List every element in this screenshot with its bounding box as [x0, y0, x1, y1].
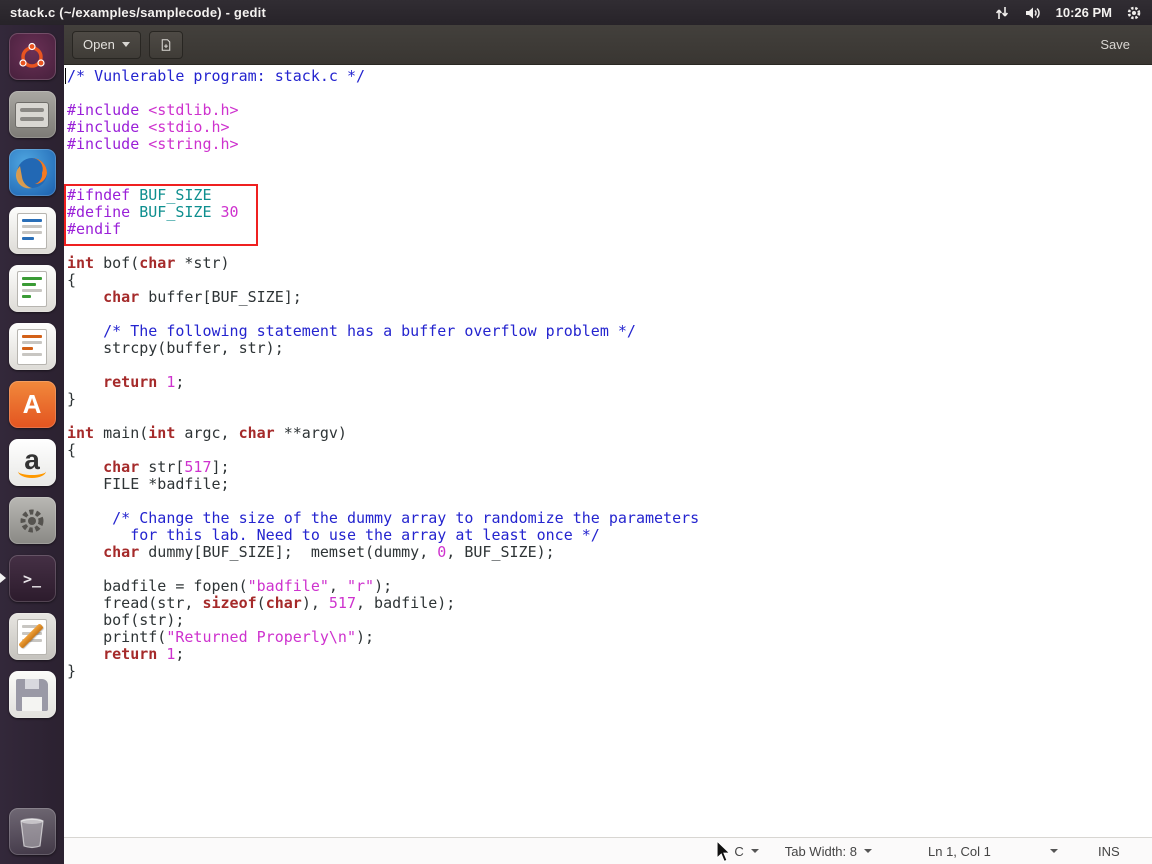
text-editor-area[interactable]: /* Vunlerable program: stack.c */ #inclu…: [64, 65, 1152, 837]
firefox-icon: [8, 149, 56, 196]
ubuntu-software-icon: A: [8, 381, 56, 428]
code-line: char buffer[BUF_SIZE];: [103, 288, 302, 306]
chevron-down-icon: [1050, 849, 1058, 853]
desktop: stack.c (~/examples/samplecode) - gedit …: [0, 0, 1152, 864]
cursor-position[interactable]: Ln 1, Col 1: [918, 838, 1068, 864]
launcher-item-files[interactable]: [0, 91, 64, 139]
code-line: #endif: [67, 220, 122, 238]
trash-icon: [8, 808, 56, 855]
insert-mode-label: INS: [1098, 843, 1120, 859]
launcher-item-writer[interactable]: [0, 207, 64, 255]
open-button[interactable]: Open: [72, 30, 141, 59]
code-line: bof(str);: [67, 611, 185, 629]
insert-mode-indicator[interactable]: INS: [1088, 838, 1138, 864]
mouse-cursor: [716, 839, 734, 864]
code-line: int main(int argc, char **argv): [67, 424, 347, 442]
statusbar: C Tab Width: 8 Ln 1, Col 1 INS: [64, 837, 1152, 864]
code-line: /* Vunlerable program: stack.c */: [67, 67, 366, 85]
code-line: {: [67, 271, 77, 289]
code-line: fread(str, sizeof(char), 517, badfile);: [67, 594, 456, 612]
terminal-icon: >_: [8, 555, 56, 602]
launcher-item-settings[interactable]: [0, 497, 64, 545]
network-arrows-icon[interactable]: [994, 5, 1010, 21]
code-line: FILE *badfile;: [67, 475, 230, 493]
code-line: int bof(char *str): [67, 254, 230, 272]
terminal-glyph: >_: [22, 569, 42, 588]
code-line: return 1;: [103, 645, 185, 663]
code-line: #include <stdlib.h>: [67, 101, 239, 119]
code-line: }: [67, 662, 77, 680]
amazon-icon: a: [8, 439, 56, 486]
open-button-label: Open: [83, 37, 115, 52]
gedit-toolbar: Open Save: [64, 25, 1152, 65]
text-caret: [65, 68, 66, 84]
files-icon: [8, 91, 56, 138]
ubuntu-dash-icon: [8, 33, 56, 80]
gear-icon[interactable]: [1126, 5, 1142, 21]
libreoffice-calc-icon: [8, 265, 56, 312]
launcher-item-terminal[interactable]: >_: [0, 555, 64, 603]
launcher-item-amazon[interactable]: a: [0, 439, 64, 487]
code-line: #include <string.h>: [67, 135, 239, 153]
software-glyph: A: [22, 389, 42, 419]
launcher-item-software[interactable]: A: [0, 381, 64, 429]
launcher-item-calc[interactable]: [0, 265, 64, 313]
code-line: badfile = fopen("badfile", "r");: [67, 577, 393, 595]
save-button[interactable]: Save: [1092, 33, 1138, 56]
language-label: C: [734, 843, 744, 859]
new-document-button[interactable]: [148, 30, 183, 59]
cursor-position-label: Ln 1, Col 1: [928, 843, 991, 859]
code-line: printf("Returned Properly\n");: [67, 628, 375, 646]
chevron-down-icon: [864, 849, 872, 853]
code-line: /* Change the size of the dummy array to…: [112, 509, 700, 527]
libreoffice-impress-icon: [8, 323, 56, 370]
code-line: {: [67, 441, 77, 459]
launcher: A a >_: [0, 25, 64, 864]
code-line: for this lab. Need to use the array at l…: [67, 526, 600, 544]
chevron-down-icon: [121, 42, 130, 47]
code-line: #define BUF_SIZE 30: [67, 203, 239, 221]
code-line: /* The following statement has a buffer …: [103, 322, 636, 340]
code-area: /* Vunlerable program: stack.c */ #inclu…: [67, 68, 1152, 680]
code-line: return 1;: [103, 373, 185, 391]
code-line: char dummy[BUF_SIZE]; memset(dummy, 0, B…: [103, 543, 555, 561]
clock[interactable]: 10:26 PM: [1056, 5, 1112, 20]
code-line: char str[517];: [103, 458, 230, 476]
volume-icon[interactable]: [1024, 5, 1042, 21]
code-line: strcpy(buffer, str);: [67, 339, 284, 357]
gedit-window: Open Save /* Vunlerable program: stack.c…: [64, 25, 1152, 864]
text-editor-icon: [8, 613, 56, 660]
window-title: stack.c (~/examples/samplecode) - gedit: [10, 5, 266, 20]
launcher-item-impress[interactable]: [0, 323, 64, 371]
top-panel: stack.c (~/examples/samplecode) - gedit …: [0, 0, 1152, 25]
launcher-item-text-editor[interactable]: [0, 613, 64, 661]
launcher-item-dash[interactable]: [0, 33, 64, 81]
launcher-item-floppy[interactable]: [0, 671, 64, 719]
tab-width-label: Tab Width: 8: [784, 843, 857, 859]
chevron-down-icon: [750, 849, 759, 853]
launcher-item-firefox[interactable]: [0, 149, 64, 197]
running-indicator: [0, 573, 6, 583]
code-line: }: [67, 390, 77, 408]
libreoffice-writer-icon: [8, 207, 56, 254]
launcher-item-trash[interactable]: [0, 808, 64, 856]
floppy-icon: [8, 671, 56, 718]
system-settings-icon: [8, 497, 56, 544]
code-line: #include <stdio.h>: [67, 118, 230, 136]
code-line: #ifndef BUF_SIZE: [67, 186, 212, 204]
tab-width-selector[interactable]: Tab Width: 8: [775, 838, 882, 864]
new-document-icon: [161, 38, 171, 51]
